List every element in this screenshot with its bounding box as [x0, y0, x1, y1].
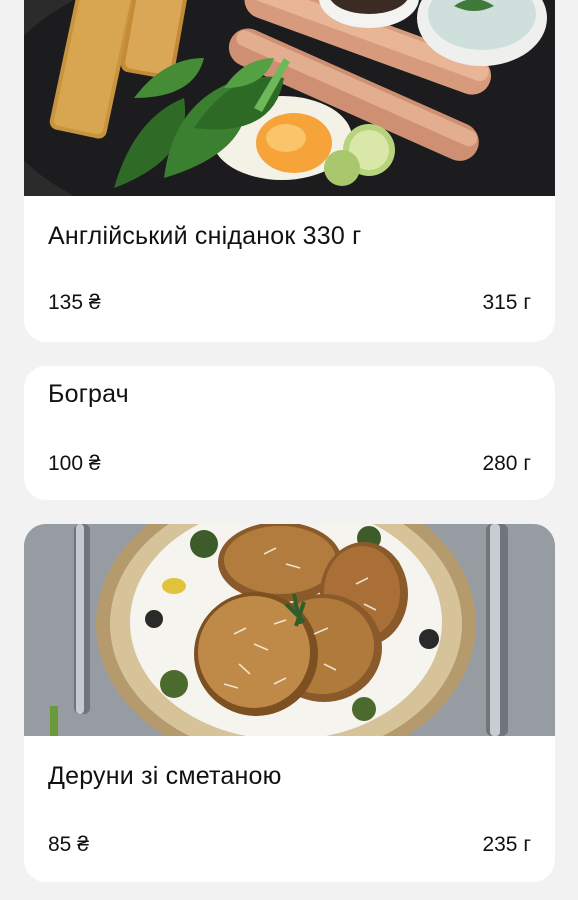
potato-pancakes-photo [24, 524, 555, 736]
menu-item-title: Бограч [48, 380, 129, 408]
menu-item-card[interactable]: Деруни зі сметаною 85 ₴ 235 г [24, 524, 555, 882]
card-body: Деруни зі сметаною 85 ₴ 235 г [24, 736, 555, 882]
menu-item-weight: 235 г [482, 833, 531, 856]
menu-item-title: Англійський сніданок 330 г [48, 222, 362, 250]
menu-item-price: 135 ₴ [48, 291, 101, 314]
menu-item-weight: 280 г [482, 452, 531, 475]
menu-item-card[interactable]: Англійський сніданок 330 г 135 ₴ 315 г [24, 0, 555, 342]
menu-item-title: Деруни зі сметаною [48, 762, 282, 790]
english-breakfast-photo [24, 0, 555, 196]
card-body: Англійський сніданок 330 г 135 ₴ 315 г [24, 196, 555, 342]
menu-item-weight: 315 г [482, 291, 531, 314]
menu-item-price: 100 ₴ [48, 452, 101, 475]
card-body: Бограч 100 ₴ 280 г [24, 366, 555, 500]
menu-feed: Англійський сніданок 330 г 135 ₴ 315 г Б… [0, 0, 578, 900]
menu-item-price: 85 ₴ [48, 833, 89, 856]
menu-item-card[interactable]: Бограч 100 ₴ 280 г [24, 366, 555, 500]
